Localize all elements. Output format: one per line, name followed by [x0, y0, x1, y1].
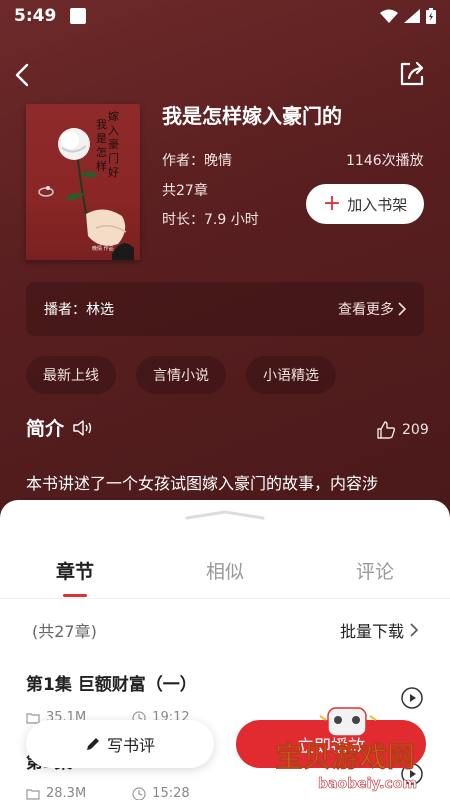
- batch-download-label: 批量下载: [340, 622, 405, 641]
- play-now-label: 立即播放: [297, 736, 365, 757]
- tab-bar: 章节 相似 评论: [0, 552, 450, 597]
- tab-indicator: [63, 594, 87, 597]
- status-bar: 5:49: [0, 0, 450, 32]
- add-to-shelf-label: 加入书架: [347, 195, 408, 214]
- sheet-handle[interactable]: [185, 510, 265, 520]
- folder-icon: [26, 712, 40, 724]
- svg-text:晚情 作品: 晚情 作品: [92, 245, 114, 252]
- svg-text:好: 好: [108, 165, 119, 179]
- chevron-right-icon: [410, 623, 419, 637]
- header-background: [0, 0, 450, 520]
- folder-icon: [26, 788, 40, 800]
- plus-icon: +: [322, 191, 342, 216]
- tag-item[interactable]: 最新上线: [26, 356, 116, 394]
- write-review-label: 写书评: [106, 736, 155, 755]
- intro-heading: 简介: [26, 414, 96, 441]
- write-review-button[interactable]: 写书评: [26, 720, 214, 768]
- tag-item[interactable]: 言情小说: [136, 356, 226, 394]
- speaker-icon[interactable]: [72, 418, 96, 438]
- episode-duration: 15:28: [152, 786, 190, 800]
- tab-chapters[interactable]: 章节: [0, 552, 150, 597]
- svg-text:是: 是: [96, 132, 107, 145]
- episode-title[interactable]: 第1集 巨额财富（一）: [26, 670, 197, 695]
- svg-text:门: 门: [108, 151, 119, 165]
- book-author: 作者：晚情: [162, 153, 232, 169]
- episode-size: 28.3M: [46, 786, 87, 800]
- svg-text:样: 样: [96, 159, 107, 173]
- play-now-button[interactable]: 立即播放: [236, 720, 426, 768]
- thumbs-up-icon: [377, 421, 396, 439]
- clock-icon: [132, 786, 146, 800]
- svg-text:我: 我: [96, 118, 107, 131]
- tab-divider: [0, 598, 450, 599]
- notification-icon: [70, 8, 87, 24]
- see-more-label: 查看更多: [338, 302, 394, 318]
- intro-text: 本书讲述了一个女孩试图嫁入豪门的故事，内容涉: [26, 474, 379, 493]
- share-icon[interactable]: [398, 60, 426, 88]
- like-count: 209: [402, 422, 429, 438]
- episode-meta: 28.3M 15:28: [26, 786, 190, 800]
- play-icon[interactable]: [400, 686, 424, 710]
- intro-heading-label: 简介: [26, 418, 65, 440]
- see-more-link[interactable]: 查看更多: [338, 299, 406, 319]
- play-count: 1146次播放: [346, 153, 424, 169]
- tab-comments-label: 评论: [355, 561, 394, 583]
- tab-chapters-label: 章节: [55, 561, 94, 583]
- svg-text:入: 入: [108, 124, 119, 137]
- chapter-count: 共27章: [162, 183, 208, 199]
- wifi-icon: [380, 9, 398, 23]
- book-duration: 时长：7.9 小时: [162, 212, 259, 228]
- host-box: 播者：林选 查看更多: [26, 282, 424, 336]
- svg-text:嫁: 嫁: [108, 109, 119, 123]
- like-control[interactable]: 209: [376, 420, 429, 440]
- tab-similar-label: 相似: [205, 561, 244, 583]
- host-label: 播者：林选: [44, 302, 114, 318]
- svg-text:豪: 豪: [108, 137, 119, 151]
- pencil-icon: [86, 738, 99, 750]
- status-time: 5:49: [14, 6, 57, 26]
- tab-comments[interactable]: 评论: [300, 552, 450, 596]
- signal-icon: [404, 9, 420, 23]
- cover-illustration: 嫁入豪门好 我是怎样 晚情 作品: [38, 109, 134, 260]
- chevron-right-icon: [398, 302, 406, 316]
- book-cover: 嫁入豪门好 我是怎样 晚情 作品: [26, 104, 140, 260]
- chapter-total: (共27章): [32, 622, 97, 641]
- battery-icon: [426, 8, 436, 24]
- add-to-shelf-button[interactable]: + 加入书架: [306, 184, 424, 224]
- back-icon[interactable]: [12, 62, 34, 88]
- svg-text:怎: 怎: [96, 145, 107, 159]
- tab-similar[interactable]: 相似: [150, 552, 300, 596]
- book-title: 我是怎样嫁入豪门的: [162, 104, 342, 128]
- batch-download-button[interactable]: 批量下载: [340, 618, 419, 642]
- tag-item[interactable]: 小语精选: [246, 356, 336, 394]
